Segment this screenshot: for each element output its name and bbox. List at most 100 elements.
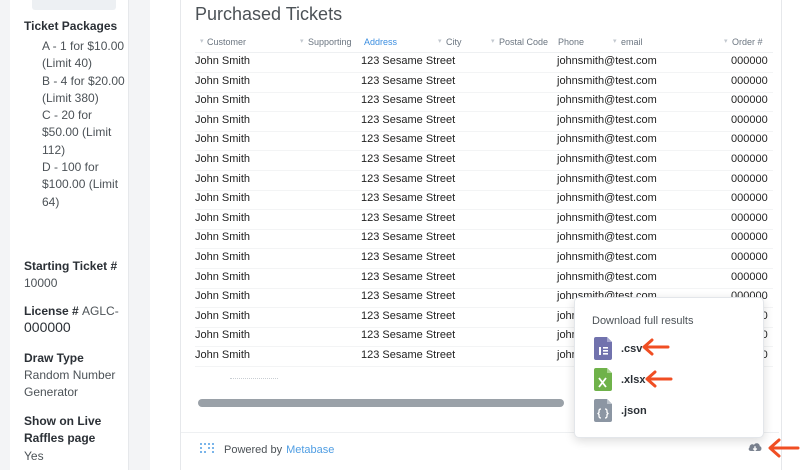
cell-address: 123 Sesame Street: [361, 231, 456, 244]
cell-customer: John Smith: [195, 153, 251, 165]
cell-address: 123 Sesame Street: [361, 270, 456, 283]
cell-address: 123 Sesame Street: [361, 192, 456, 205]
live-raffles-value: Yes: [24, 449, 44, 463]
cell-customer: John Smith: [195, 133, 251, 146]
sort-icon: ▾: [200, 38, 204, 45]
cell-order: 000000: [731, 74, 768, 87]
cell-order: 000000: [731, 94, 768, 107]
cell-customer: John Smith: [195, 349, 251, 361]
cloud-download-icon[interactable]: [747, 440, 763, 454]
table-row: John Smith 123 Sesame Street johnsmith@tes…: [0, 113, 803, 133]
json-file-icon: [594, 399, 612, 422]
cell-order: 000000: [731, 251, 768, 263]
card-title: Purchased Tickets: [195, 4, 343, 24]
cell-customer: John Smith: [195, 329, 251, 342]
column-header-phone[interactable]: Phone: [558, 37, 584, 47]
cell-order: 000000: [731, 192, 768, 205]
table-row: John Smith 123 Sesame Street johnsmith@tes…: [0, 172, 803, 192]
download-json-option[interactable]: .json: [594, 399, 744, 423]
cell-address: 123 Sesame Street: [361, 94, 456, 107]
cell-address: 123 Sesame Street: [361, 153, 456, 165]
table-row: John Smith 123 Sesame Street johnsmith@tes…: [0, 74, 803, 94]
cell-email: johnsmith@test.com: [557, 133, 657, 146]
table-row: John Smith 123 Sesame Street johnsmith@tes…: [0, 54, 803, 74]
column-header-email[interactable]: email: [621, 37, 643, 47]
annotation-arrow-icon: [642, 338, 670, 356]
csv-file-icon: [594, 337, 612, 360]
column-header-address[interactable]: Address: [364, 37, 397, 47]
panel-top-bar: [32, 0, 116, 10]
cell-order: 000000: [731, 113, 768, 126]
cell-email: johnsmith@test.com: [557, 172, 657, 185]
sort-icon: ▾: [438, 38, 442, 45]
table-row: John Smith 123 Sesame Street johnsmith@tes…: [0, 270, 803, 290]
cell-customer: John Smith: [195, 231, 251, 244]
cell-email: johnsmith@test.com: [557, 251, 657, 263]
column-header-customer[interactable]: Customer: [207, 37, 246, 47]
json-label: .json: [621, 405, 647, 417]
table-row: John Smith 123 Sesame Street johnsmith@tes…: [0, 93, 803, 113]
live-raffles-label: Show on Live Raffles page: [24, 414, 102, 445]
cell-customer: John Smith: [195, 270, 251, 283]
cell-address: 123 Sesame Street: [361, 172, 456, 185]
cell-address: 123 Sesame Street: [361, 55, 456, 67]
metabase-logo-icon: [200, 443, 218, 457]
sort-icon: ▾: [613, 38, 617, 45]
cell-email: johnsmith@test.com: [557, 153, 657, 165]
cell-email: johnsmith@test.com: [557, 211, 657, 224]
cell-address: 123 Sesame Street: [361, 349, 456, 361]
download-popover-title: Download full results: [592, 315, 694, 327]
cell-order: 000000: [731, 153, 768, 165]
cell-customer: John Smith: [195, 290, 251, 303]
cell-email: johnsmith@test.com: [557, 113, 657, 126]
header-divider: [195, 52, 773, 53]
cell-order: 000000: [731, 55, 768, 67]
table-row: John Smith 123 Sesame Street johnsmith@tes…: [0, 191, 803, 211]
cell-address: 123 Sesame Street: [361, 211, 456, 224]
sort-icon: ▾: [300, 38, 304, 45]
cell-address: 123 Sesame Street: [361, 113, 456, 126]
horizontal-scrollbar[interactable]: [198, 399, 564, 407]
cell-address: 123 Sesame Street: [361, 133, 456, 146]
table-row: John Smith 123 Sesame Street johnsmith@tes…: [0, 230, 803, 250]
column-header-order[interactable]: Order #: [732, 37, 763, 47]
metabase-link[interactable]: Metabase: [286, 444, 334, 456]
cell-email: johnsmith@test.com: [557, 192, 657, 205]
cell-order: 000000: [731, 211, 768, 224]
cell-customer: John Smith: [195, 94, 251, 107]
annotation-arrow-icon: [768, 438, 800, 458]
cell-address: 123 Sesame Street: [361, 329, 456, 342]
cell-customer: John Smith: [195, 113, 251, 126]
cell-email: johnsmith@test.com: [557, 74, 657, 87]
cell-email: johnsmith@test.com: [557, 270, 657, 283]
powered-by-footer: Powered by Metabase: [200, 440, 334, 460]
cell-order: 000000: [731, 172, 768, 185]
cell-email: johnsmith@test.com: [557, 55, 657, 67]
cell-email: johnsmith@test.com: [557, 94, 657, 107]
cell-customer: John Smith: [195, 172, 251, 185]
table-row: John Smith 123 Sesame Street johnsmith@tes…: [0, 152, 803, 172]
table-end-trail: [230, 378, 278, 380]
cell-address: 123 Sesame Street: [361, 290, 456, 303]
table-row: John Smith 123 Sesame Street johnsmith@tes…: [0, 211, 803, 231]
cell-customer: John Smith: [195, 251, 251, 263]
cell-order: 000000: [731, 231, 768, 244]
xlsx-file-icon: [594, 368, 612, 391]
cell-address: 123 Sesame Street: [361, 309, 456, 322]
column-header-city[interactable]: City: [446, 37, 462, 47]
column-header-postal-code[interactable]: Postal Code: [499, 37, 548, 47]
sort-icon: ▾: [491, 38, 495, 45]
cell-customer: John Smith: [195, 309, 251, 322]
table-row: John Smith 123 Sesame Street johnsmith@tes…: [0, 250, 803, 270]
column-header-supporting[interactable]: Supporting: [308, 37, 352, 47]
sort-icon: ▾: [724, 38, 728, 45]
annotation-arrow-icon: [645, 370, 673, 388]
table-row: John Smith 123 Sesame Street johnsmith@tes…: [0, 132, 803, 152]
ticket-packages-label: Ticket Packages: [24, 19, 118, 33]
cell-email: johnsmith@test.com: [557, 231, 657, 244]
cell-address: 123 Sesame Street: [361, 74, 456, 87]
cell-order: 000000: [731, 133, 768, 146]
cell-customer: John Smith: [195, 211, 251, 224]
xlsx-label: .xlsx: [621, 374, 646, 386]
download-popover: Download full results .csv .xlsx .json: [574, 297, 764, 438]
